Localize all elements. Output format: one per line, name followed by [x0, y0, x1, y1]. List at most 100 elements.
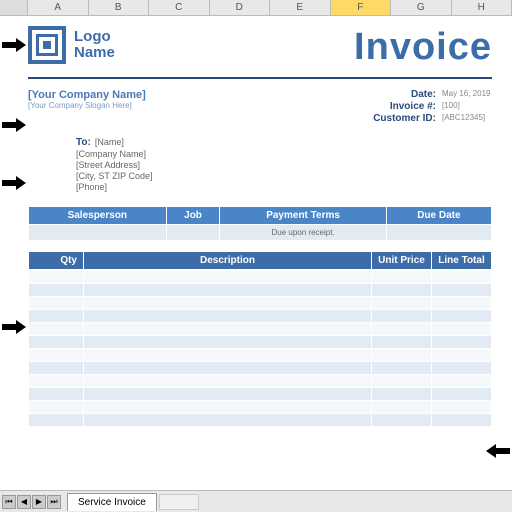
to-city[interactable]: [City, ST ZIP Code]: [76, 171, 492, 181]
cell-desc[interactable]: [84, 401, 372, 414]
cell-total[interactable]: [432, 336, 492, 349]
cell-qty[interactable]: [29, 375, 84, 388]
table-row[interactable]: [29, 297, 492, 310]
to-phone[interactable]: [Phone]: [76, 182, 492, 192]
table-row[interactable]: [29, 271, 492, 284]
cell-unit[interactable]: [372, 271, 432, 284]
table-row[interactable]: [29, 401, 492, 414]
to-company[interactable]: [Company Name]: [76, 149, 492, 159]
invoice-meta: Date:May 16, 2019 Invoice #:[100] Custom…: [373, 89, 492, 125]
cell-total[interactable]: [432, 323, 492, 336]
th-unit: Unit Price: [372, 252, 432, 270]
cell-total[interactable]: [432, 284, 492, 297]
col-header-F[interactable]: F: [331, 0, 392, 15]
pointer-arrow-icon: [2, 118, 26, 132]
sheet-tab[interactable]: Service Invoice: [67, 493, 157, 511]
to-name[interactable]: [Name]: [95, 137, 124, 147]
company-info: [Your Company Name] [Your Company Slogan…: [28, 89, 146, 125]
cell-unit[interactable]: [372, 362, 432, 375]
col-header-E[interactable]: E: [270, 0, 331, 15]
cell-unit[interactable]: [372, 310, 432, 323]
table-row[interactable]: [29, 336, 492, 349]
cell-unit[interactable]: [372, 414, 432, 427]
table-row[interactable]: [29, 284, 492, 297]
cell-total[interactable]: [432, 401, 492, 414]
cell-qty[interactable]: [29, 284, 84, 297]
cell-qty[interactable]: [29, 414, 84, 427]
cell-qty[interactable]: [29, 401, 84, 414]
cell-total[interactable]: [432, 297, 492, 310]
cell-unit[interactable]: [372, 388, 432, 401]
cell-desc[interactable]: [84, 349, 372, 362]
table-row[interactable]: [29, 323, 492, 336]
cell-unit[interactable]: [372, 375, 432, 388]
invoice-num-value[interactable]: [100]: [442, 101, 492, 112]
date-value[interactable]: May 16, 2019: [442, 89, 492, 100]
col-header-B[interactable]: B: [89, 0, 150, 15]
cell-total[interactable]: [432, 388, 492, 401]
cell-desc[interactable]: [84, 310, 372, 323]
cell-desc[interactable]: [84, 388, 372, 401]
tab-nav-last-icon[interactable]: ⏭: [47, 495, 61, 509]
table-row[interactable]: [29, 375, 492, 388]
pointer-arrow-icon: [486, 444, 510, 458]
cell-desc[interactable]: [84, 271, 372, 284]
company-name[interactable]: [Your Company Name]: [28, 89, 146, 101]
cell-salesperson[interactable]: [29, 225, 167, 241]
cell-desc[interactable]: [84, 336, 372, 349]
cell-total[interactable]: [432, 310, 492, 323]
table-row[interactable]: [29, 362, 492, 375]
table-row[interactable]: [29, 310, 492, 323]
to-street[interactable]: [Street Address]: [76, 160, 492, 170]
cell-desc[interactable]: [84, 362, 372, 375]
cell-total[interactable]: [432, 362, 492, 375]
col-header-C[interactable]: C: [149, 0, 210, 15]
col-header-G[interactable]: G: [391, 0, 452, 15]
cell-desc[interactable]: [84, 414, 372, 427]
tab-nav-next-icon[interactable]: ▶: [32, 495, 46, 509]
worksheet: Logo Name Invoice [Your Company Name] [Y…: [0, 16, 512, 486]
cell-qty[interactable]: [29, 336, 84, 349]
cell-unit[interactable]: [372, 401, 432, 414]
cell-unit[interactable]: [372, 336, 432, 349]
table-row[interactable]: [29, 414, 492, 427]
line-items-table: Qty Description Unit Price Line Total: [28, 251, 492, 270]
customer-id-value[interactable]: [ABC12345]: [442, 113, 492, 124]
col-header-A[interactable]: A: [28, 0, 89, 15]
cell-total[interactable]: [432, 349, 492, 362]
col-header-H[interactable]: H: [452, 0, 512, 15]
cell-desc[interactable]: [84, 323, 372, 336]
cell-desc[interactable]: [84, 375, 372, 388]
company-slogan[interactable]: [Your Company Slogan Here]: [28, 101, 146, 110]
cell-qty[interactable]: [29, 297, 84, 310]
cell-qty[interactable]: [29, 323, 84, 336]
summary-table: Salesperson Job Payment Terms Due Date D…: [28, 206, 492, 241]
tab-nav-prev-icon[interactable]: ◀: [17, 495, 31, 509]
cell-unit[interactable]: [372, 323, 432, 336]
cell-unit[interactable]: [372, 284, 432, 297]
cell-qty[interactable]: [29, 310, 84, 323]
cell-desc[interactable]: [84, 297, 372, 310]
cell-qty[interactable]: [29, 388, 84, 401]
cell-qty[interactable]: [29, 271, 84, 284]
table-row[interactable]: [29, 349, 492, 362]
tab-nav-first-icon[interactable]: ⏮: [2, 495, 16, 509]
cell-unit[interactable]: [372, 349, 432, 362]
cell-unit[interactable]: [372, 297, 432, 310]
select-all-cell[interactable]: [0, 0, 28, 15]
cell-total[interactable]: [432, 271, 492, 284]
table-row[interactable]: Due upon receipt.: [29, 225, 492, 241]
th-total: Line Total: [432, 252, 492, 270]
cell-total[interactable]: [432, 375, 492, 388]
table-row[interactable]: [29, 388, 492, 401]
cell-desc[interactable]: [84, 284, 372, 297]
col-header-D[interactable]: D: [210, 0, 271, 15]
cell-duedate[interactable]: [386, 225, 491, 241]
cell-qty[interactable]: [29, 349, 84, 362]
logo-text-2: Name: [74, 45, 115, 62]
cell-qty[interactable]: [29, 362, 84, 375]
cell-job[interactable]: [166, 225, 220, 241]
new-sheet-button[interactable]: [159, 494, 199, 510]
cell-total[interactable]: [432, 414, 492, 427]
cell-payment[interactable]: Due upon receipt.: [220, 225, 386, 241]
